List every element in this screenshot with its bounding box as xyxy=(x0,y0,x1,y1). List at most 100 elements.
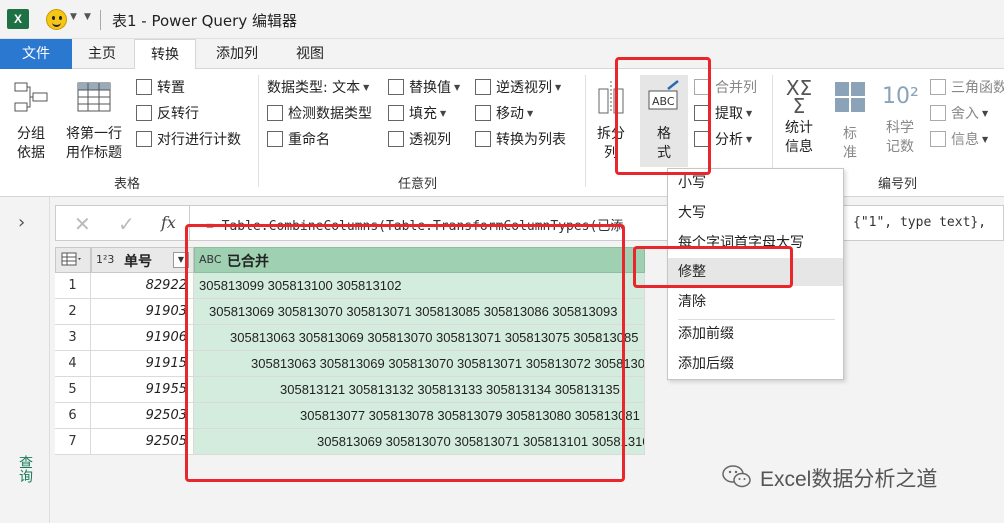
data-type-dropdown[interactable]: 数据类型: 文本 ▼ xyxy=(267,77,369,99)
watermark-text: Excel数据分析之道 xyxy=(760,468,938,491)
wechat-icon xyxy=(722,465,751,488)
extract-button[interactable]: 提取 ▼ xyxy=(694,103,752,125)
unpivot-button[interactable]: 逆透视列 ▼ xyxy=(475,77,561,99)
merged-cell[interactable]: 305813069 305813070 305813071 305813101 … xyxy=(194,429,645,455)
fill-down-icon xyxy=(388,105,404,121)
rounding-button[interactable]: 舍入 ▼ xyxy=(930,103,988,125)
tab-view[interactable]: 视图 xyxy=(280,39,340,69)
whole-number-type-icon[interactable]: 1²3 xyxy=(96,253,114,266)
any-column-group-label: 任意列 xyxy=(398,177,438,192)
sigma-icon: XΣ Σ xyxy=(785,76,813,118)
first-row-header-button[interactable]: 将第一行 用作标题 xyxy=(58,79,130,163)
merged-cell[interactable]: 305813077 305813078 305813079 305813080 … xyxy=(194,403,645,429)
formula-input[interactable]: = Table.CombineColumns(Table.TransformCo… xyxy=(206,215,666,234)
order-id-cell[interactable]: 91906 xyxy=(91,325,194,351)
statistics-label: 统计 信息 xyxy=(785,120,813,155)
detect-type-button[interactable]: 检测数据类型 xyxy=(267,103,372,125)
text-type-icon[interactable]: ABC xyxy=(199,253,222,266)
confirm-icon[interactable]: ✓ xyxy=(118,212,135,236)
window-title: 表1 - Power Query 编辑器 xyxy=(112,12,297,30)
merged-cell[interactable]: 305813121 305813132 305813133 305813134 … xyxy=(194,377,645,403)
merged-cell[interactable]: 305813063 305813069 305813070 305813071 … xyxy=(194,325,645,351)
tab-add-column[interactable]: 添加列 xyxy=(200,39,274,69)
power-icon: 10² xyxy=(882,84,919,109)
merge-columns-button[interactable]: 合并列 xyxy=(694,77,757,99)
queries-pane: › 查询 xyxy=(0,197,50,523)
order-id-cell[interactable]: 82922 xyxy=(91,273,194,299)
menu-item-add-suffix[interactable]: 添加后缀 xyxy=(678,350,838,378)
replace-values-button[interactable]: 替换值 ▼ xyxy=(388,77,460,99)
row-number: 2 xyxy=(55,299,91,325)
standard-button[interactable]: 标 准 xyxy=(828,79,872,163)
formula-text-right[interactable]: {"1", type text}, xyxy=(853,215,986,230)
transpose-button[interactable]: 转置 xyxy=(136,77,185,99)
rounding-icon xyxy=(930,105,946,121)
order-id-cell[interactable]: 91903 xyxy=(91,299,194,325)
count-rows-button[interactable]: 对行进行计数 xyxy=(136,129,241,151)
detect-type-icon xyxy=(267,105,283,121)
order-id-cell[interactable]: 91955 xyxy=(91,377,194,403)
format-abc-icon: ABC xyxy=(648,80,679,110)
excel-icon: X xyxy=(7,9,29,29)
tab-transform[interactable]: 转换 xyxy=(134,39,196,70)
column-name: 已合并 xyxy=(227,254,269,270)
statistics-button[interactable]: XΣ Σ 统计 信息 xyxy=(777,76,821,157)
unpivot-icon xyxy=(475,79,491,95)
menu-item-capitalize[interactable]: 每个字词首字母大写 xyxy=(678,229,838,257)
table-header-icon xyxy=(77,82,111,112)
pivot-icon xyxy=(388,131,404,147)
merged-cell[interactable]: 305813063 305813069 305813070 305813071 … xyxy=(194,351,645,377)
to-list-button[interactable]: 转换为列表 xyxy=(475,129,566,151)
menu-item-add-prefix[interactable]: 添加前缀 xyxy=(678,320,838,348)
rename-button[interactable]: 重命名 xyxy=(267,129,330,151)
smiley-icon[interactable] xyxy=(46,9,67,30)
order-id-cell[interactable]: 92505 xyxy=(91,429,194,455)
reverse-rows-button[interactable]: 反转行 xyxy=(136,103,199,125)
fill-button[interactable]: 填充 ▼ xyxy=(388,103,446,125)
scientific-label: 科学 记数 xyxy=(886,120,914,155)
standard-label: 标 准 xyxy=(843,126,857,161)
format-button[interactable]: ABC 格 式 xyxy=(640,75,688,167)
tab-home[interactable]: 主页 xyxy=(72,39,132,69)
svg-text:ABC: ABC xyxy=(652,95,675,108)
rename-icon xyxy=(267,131,283,147)
row-number: 7 xyxy=(55,429,91,455)
quick-access-dropdown-icon[interactable]: ▼ xyxy=(84,12,91,22)
fx-icon[interactable]: fx xyxy=(161,213,176,232)
merge-icon xyxy=(694,79,710,95)
order-id-cell[interactable]: 92503 xyxy=(91,403,194,429)
cancel-icon[interactable]: ✕ xyxy=(74,212,91,236)
tab-file[interactable]: 文件 xyxy=(0,39,72,69)
scientific-button[interactable]: 10² 科学 记数 xyxy=(876,79,924,157)
info-button[interactable]: 信息 ▼ xyxy=(930,129,988,151)
chevron-down-icon[interactable]: ▼ xyxy=(70,12,77,22)
queries-label[interactable]: 查询 xyxy=(15,455,35,483)
filter-dropdown-icon[interactable]: ▼ xyxy=(173,252,189,268)
expand-chevron-icon[interactable]: › xyxy=(18,212,25,233)
menu-item-clean[interactable]: 清除 xyxy=(678,288,838,316)
table-menu-header[interactable] xyxy=(55,247,91,273)
info-icon xyxy=(930,131,946,147)
trig-button[interactable]: 三角函数 xyxy=(930,77,1004,99)
merged-cell[interactable]: 305813099 305813100 305813102 xyxy=(194,273,645,299)
column-header-order-id[interactable]: 1²3 单号 ▼ xyxy=(91,247,194,273)
row-number: 6 xyxy=(55,403,91,429)
reverse-rows-icon xyxy=(136,105,152,121)
title-bar: X ▼ ▼ 表1 - Power Query 编辑器 xyxy=(0,0,1004,39)
menu-item-lowercase[interactable]: 小写 xyxy=(678,169,838,197)
group-by-button[interactable]: 分组 依据 xyxy=(8,79,54,163)
calculator-icon xyxy=(835,82,865,112)
move-button[interactable]: 移动 ▼ xyxy=(475,103,533,125)
menu-item-uppercase[interactable]: 大写 xyxy=(678,199,838,227)
merged-cell[interactable]: 305813069 305813070 305813071 305813085 … xyxy=(194,299,645,325)
pivot-button[interactable]: 透视列 xyxy=(388,129,451,151)
parse-button[interactable]: 分析 ▼ xyxy=(694,129,752,151)
row-number: 1 xyxy=(55,273,91,299)
count-rows-icon xyxy=(136,131,152,147)
table-icon xyxy=(61,252,81,266)
split-column-button[interactable]: 拆分 列 xyxy=(591,79,631,163)
menu-item-trim[interactable]: 修整 xyxy=(668,258,843,286)
table-group-label: 表格 xyxy=(114,177,141,192)
order-id-cell[interactable]: 91915 xyxy=(91,351,194,377)
column-header-merged[interactable]: ABC 已合并 xyxy=(194,247,645,273)
